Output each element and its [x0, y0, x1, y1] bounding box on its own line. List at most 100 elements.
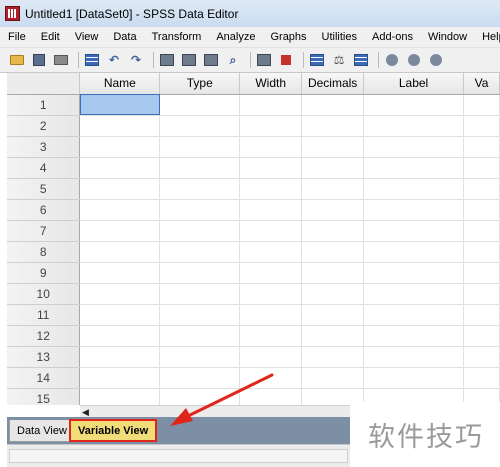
- grid-cell[interactable]: [159, 220, 241, 242]
- grid-cell[interactable]: [301, 136, 365, 158]
- redo-icon[interactable]: ↷: [127, 51, 145, 69]
- grid-cell[interactable]: [301, 262, 365, 284]
- grid-cell[interactable]: [363, 346, 464, 368]
- grid-cell[interactable]: [239, 115, 303, 137]
- tab-variable-view[interactable]: Variable View: [69, 419, 158, 442]
- menu-transform[interactable]: Transform: [152, 31, 202, 43]
- weight-cases-icon[interactable]: ⚖: [330, 51, 348, 69]
- grid-cell[interactable]: [463, 115, 500, 137]
- variables-icon[interactable]: [202, 51, 220, 69]
- grid-cell[interactable]: [239, 304, 303, 326]
- grid-cell[interactable]: [463, 241, 500, 263]
- column-header-width[interactable]: Width: [239, 73, 303, 95]
- grid-cell[interactable]: [363, 241, 464, 263]
- grid-cell[interactable]: [301, 94, 365, 116]
- grid-cell[interactable]: [79, 346, 161, 368]
- row-header[interactable]: 10: [7, 283, 81, 305]
- grid-cell[interactable]: [239, 367, 303, 389]
- grid-cell[interactable]: [301, 304, 365, 326]
- grid-cell[interactable]: [79, 388, 161, 405]
- horizontal-scrollbar[interactable]: ◀: [80, 405, 350, 417]
- grid-cell[interactable]: [159, 388, 241, 405]
- grid-cell[interactable]: [463, 262, 500, 284]
- grid-cell[interactable]: [463, 220, 500, 242]
- grid-cell[interactable]: [463, 199, 500, 221]
- row-header[interactable]: 14: [7, 367, 81, 389]
- column-header-decimals[interactable]: Decimals: [301, 73, 365, 95]
- grid-cell[interactable]: [301, 241, 365, 263]
- grid-cell[interactable]: [363, 157, 464, 179]
- grid-cell[interactable]: [463, 304, 500, 326]
- use-sets-icon[interactable]: [405, 51, 423, 69]
- grid-cell[interactable]: [301, 283, 365, 305]
- grid-cell[interactable]: [363, 262, 464, 284]
- print-icon[interactable]: [52, 51, 70, 69]
- grid-cell[interactable]: [239, 178, 303, 200]
- grid-cell[interactable]: [239, 241, 303, 263]
- row-header[interactable]: 7: [7, 220, 81, 242]
- insert-variable-icon[interactable]: [277, 51, 295, 69]
- menu-view[interactable]: View: [75, 31, 99, 43]
- grid-cell[interactable]: [301, 220, 365, 242]
- grid-cell[interactable]: [239, 94, 303, 116]
- grid-cell[interactable]: [463, 94, 500, 116]
- menu-help[interactable]: Help: [482, 31, 500, 43]
- save-icon[interactable]: [30, 51, 48, 69]
- grid-cell[interactable]: [301, 157, 365, 179]
- find-icon[interactable]: ⌕: [224, 51, 242, 69]
- row-header[interactable]: 8: [7, 241, 81, 263]
- select-cases-icon[interactable]: [352, 51, 370, 69]
- grid-cell[interactable]: [159, 325, 241, 347]
- grid-cell[interactable]: [159, 199, 241, 221]
- grid-cell[interactable]: [363, 199, 464, 221]
- grid-cell[interactable]: [159, 346, 241, 368]
- column-header-type[interactable]: Type: [159, 73, 241, 95]
- goto-variable-icon[interactable]: [180, 51, 198, 69]
- grid-cell[interactable]: [363, 115, 464, 137]
- grid-cell[interactable]: [79, 367, 161, 389]
- row-header[interactable]: 2: [7, 115, 81, 137]
- grid-cell[interactable]: [239, 346, 303, 368]
- grid-cell[interactable]: [363, 94, 464, 116]
- grid-cell[interactable]: [363, 367, 464, 389]
- row-header[interactable]: 6: [7, 199, 81, 221]
- grid-cell[interactable]: [239, 283, 303, 305]
- grid-cell[interactable]: [159, 241, 241, 263]
- row-header[interactable]: 15: [7, 388, 81, 405]
- grid-cell[interactable]: [79, 304, 161, 326]
- menu-data[interactable]: Data: [113, 31, 136, 43]
- grid-cell[interactable]: [79, 241, 161, 263]
- menu-graphs[interactable]: Graphs: [270, 31, 306, 43]
- grid-cell[interactable]: [301, 115, 365, 137]
- insert-cases-icon[interactable]: [255, 51, 273, 69]
- grid-cell[interactable]: [79, 262, 161, 284]
- grid-cell[interactable]: [79, 283, 161, 305]
- grid-cell[interactable]: [79, 325, 161, 347]
- grid-cell[interactable]: [301, 199, 365, 221]
- menu-file[interactable]: File: [8, 31, 26, 43]
- show-all-icon[interactable]: [427, 51, 445, 69]
- grid-cell[interactable]: [159, 115, 241, 137]
- menu-add-ons[interactable]: Add-ons: [372, 31, 413, 43]
- grid-cell[interactable]: [239, 388, 303, 405]
- grid-cell[interactable]: [463, 283, 500, 305]
- open-folder-icon[interactable]: [8, 51, 26, 69]
- grid-cell[interactable]: [363, 220, 464, 242]
- menu-window[interactable]: Window: [428, 31, 467, 43]
- grid-cell[interactable]: [463, 346, 500, 368]
- grid-cell[interactable]: [79, 94, 161, 116]
- grid-cell[interactable]: [159, 304, 241, 326]
- grid-cell[interactable]: [463, 136, 500, 158]
- row-header[interactable]: 13: [7, 346, 81, 368]
- scroll-left-icon[interactable]: ◀: [82, 407, 91, 417]
- grid-cell[interactable]: [79, 115, 161, 137]
- grid-cell[interactable]: [159, 94, 241, 116]
- value-labels-icon[interactable]: [383, 51, 401, 69]
- grid-cell[interactable]: [463, 157, 500, 179]
- tab-data-view[interactable]: Data View: [9, 420, 75, 442]
- column-header-label[interactable]: Label: [363, 73, 464, 95]
- menu-edit[interactable]: Edit: [41, 31, 60, 43]
- grid-cell[interactable]: [159, 178, 241, 200]
- column-header-values[interactable]: Va: [463, 73, 500, 95]
- row-header[interactable]: 1: [7, 94, 81, 116]
